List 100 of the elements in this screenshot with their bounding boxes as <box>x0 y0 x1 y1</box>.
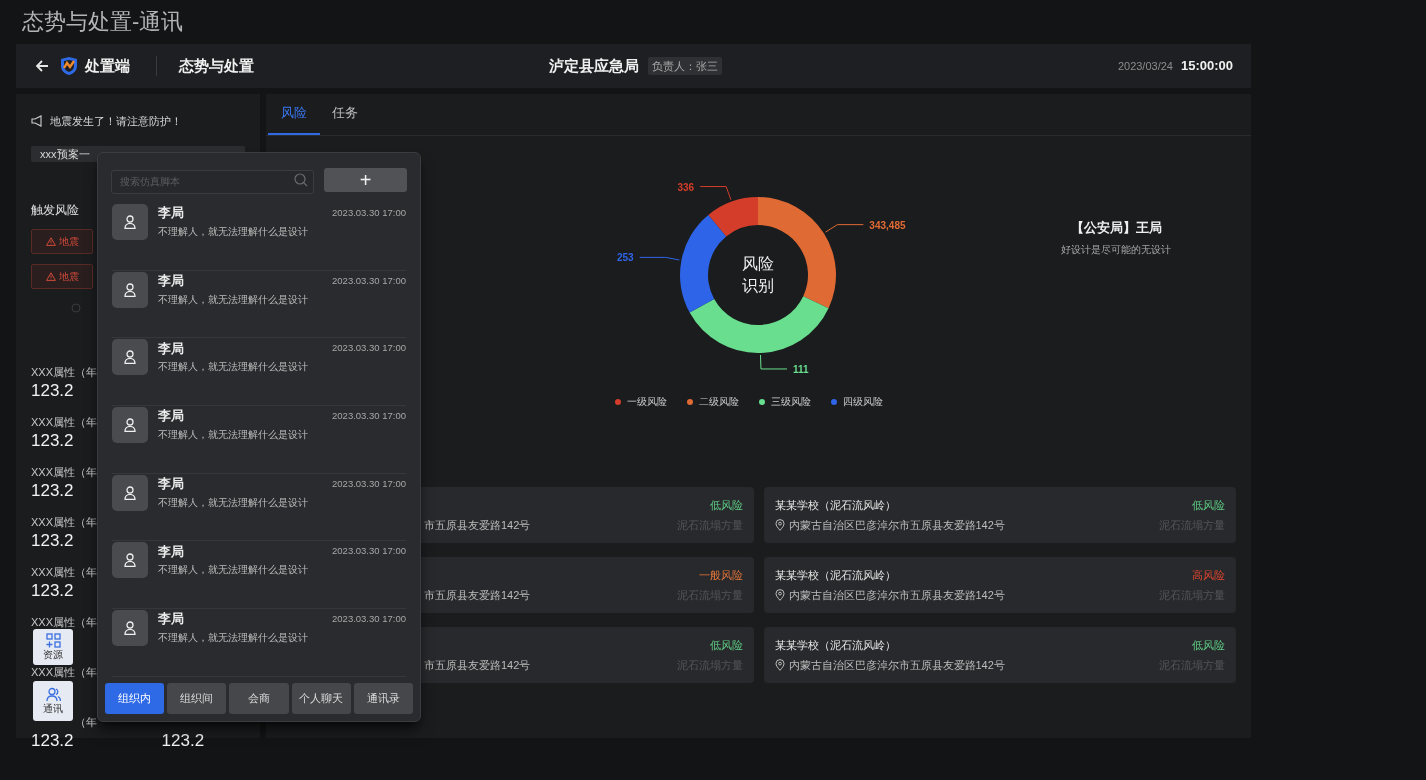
contact-motto: 好设计是尽可能的无设计 <box>1061 242 1171 257</box>
dock-button[interactable]: 资源 <box>33 629 73 665</box>
location-pin-icon <box>774 659 785 671</box>
pager-dot-icon[interactable] <box>71 303 81 313</box>
location-pin-icon <box>774 589 785 601</box>
slice-value: 253 <box>617 252 634 264</box>
slice-value: 111 <box>792 363 809 375</box>
slice-value: 343,485 <box>869 219 906 231</box>
time-text: 15:00:00 <box>1180 57 1233 76</box>
site-address: 内蒙古自治区巴彦淖尔市五原县友爱路142号 <box>788 657 1005 673</box>
search-icon <box>294 173 308 187</box>
add-button[interactable]: + <box>324 168 407 192</box>
attribute-label: XXX属性（年 <box>31 366 97 379</box>
attribute-label: XXX属性（年 <box>31 666 97 679</box>
grid-plus-icon <box>45 633 61 648</box>
message-time: 2023.03.30 17:00 <box>332 612 406 626</box>
legend-label: 二级风险 <box>699 395 739 409</box>
risk-level: 低风险 <box>709 497 743 513</box>
attribute-label: XXX属性（年 <box>31 566 97 579</box>
attribute-value: 123.2 <box>161 730 205 752</box>
message-time: 2023.03.30 17:00 <box>332 408 406 423</box>
legend-label: 四级风险 <box>843 395 883 409</box>
attribute-value: 123.2 <box>31 480 74 502</box>
message-item[interactable]: 李局 2023.03.30 17:00 不理解人，就无法理解什么是设计 <box>112 473 406 542</box>
dock-button[interactable]: 通讯 <box>33 681 73 721</box>
attribute-value: 123.2 <box>31 530 74 552</box>
chat-tab[interactable]: 个人聊天 <box>291 683 351 714</box>
sender-name: 李局 <box>158 610 184 629</box>
chat-tab[interactable]: 组织间 <box>167 683 227 714</box>
message-text: 不理解人，就无法理解什么是设计 <box>158 428 309 443</box>
risk-tag[interactable]: 地震 <box>31 229 93 254</box>
sender-name: 李局 <box>158 204 184 223</box>
attribute-label: XXX属性（年 <box>31 516 97 529</box>
attribute-value: 123.2 <box>31 580 74 602</box>
avatar <box>112 474 148 511</box>
location-pin-icon <box>774 519 785 531</box>
message-item[interactable]: 李局 2023.03.30 17:00 不理解人，就无法理解什么是设计 <box>112 270 406 339</box>
chat-tab[interactable]: 通讯录 <box>353 683 413 714</box>
sender-name: 李局 <box>158 475 184 493</box>
message-item[interactable]: 李局 2023.03.30 17:00 不理解人，就无法理解什么是设计 <box>112 541 406 610</box>
leader-line <box>699 186 732 201</box>
tab[interactable]: 风险 <box>268 93 320 135</box>
message-text: 不理解人，就无法理解什么是设计 <box>158 292 309 307</box>
message-time: 2023.03.30 17:00 <box>332 273 406 288</box>
sender-name: 李局 <box>158 339 184 358</box>
donut-center-label: 风险识别 <box>741 254 775 296</box>
site-address: 市五原县友爱路142号 <box>424 657 531 673</box>
contact-name: 【公安局】王局 <box>1070 219 1162 237</box>
legend-label: 三级风险 <box>771 395 811 409</box>
page-title: 态势与处置-通讯 <box>22 8 184 36</box>
slice-value: 336 <box>677 181 695 193</box>
risk-level: 一般风险 <box>698 567 743 583</box>
date-text: 2023/03/24 <box>1117 58 1173 74</box>
avatar <box>112 339 148 376</box>
message-item[interactable]: 李局 2023.03.30 17:00 不理解人，就无法理解什么是设计 <box>112 406 406 474</box>
agency-name: 泸定县应急局 <box>549 55 639 76</box>
tab[interactable]: 任务 <box>320 93 370 135</box>
attribute-label: XXX属性（年 <box>31 466 97 479</box>
message-text: 不理解人，就无法理解什么是设计 <box>158 225 309 239</box>
attribute-value: 123.2 <box>31 730 74 752</box>
site-address: 市五原县友爱路142号 <box>424 517 531 533</box>
attribute-label: XXX属性（年 <box>31 416 97 429</box>
chat-tab[interactable]: 会商 <box>229 683 289 714</box>
owner-badge: 负责人：张三 <box>648 56 722 76</box>
leader-line <box>825 224 864 233</box>
chat-tab[interactable]: 组织内 <box>105 683 165 714</box>
risk-level: 高风险 <box>1192 567 1225 583</box>
risk-tag[interactable]: 地震 <box>31 264 93 289</box>
attribute-value: 123.2 <box>31 380 74 402</box>
site-address: 内蒙古自治区巴彦淖尔市五原县友爱路142号 <box>788 587 1005 603</box>
section-title: 态势与处置 <box>179 55 254 76</box>
avatar <box>112 204 148 240</box>
site-name: 某某学校（泥石流风岭） <box>774 497 896 513</box>
risk-level: 低风险 <box>1192 637 1225 653</box>
attribute-value: 123.2 <box>31 430 74 452</box>
shield-logo-icon <box>59 56 79 76</box>
back-arrow-icon[interactable] <box>34 58 50 74</box>
site-name: 某某学校（泥石流风岭） <box>774 567 896 583</box>
risk-level: 低风险 <box>709 637 743 653</box>
site-address: 市五原县友爱路142号 <box>424 587 531 603</box>
attribute-label: XXX属性（年 <box>31 616 97 629</box>
section-label: 触发风险 <box>31 202 79 219</box>
leader-line <box>760 354 788 370</box>
megaphone-icon <box>31 115 44 128</box>
message-item[interactable]: 李局 2023.03.30 17:00 不理解人，就无法理解什么是设计 <box>112 338 406 407</box>
avatar <box>112 542 148 579</box>
dropdown-value: xxx预案一 <box>40 146 90 162</box>
warning-icon <box>46 237 56 246</box>
avatar <box>112 610 148 647</box>
risk-level: 低风险 <box>1192 497 1225 513</box>
sender-name: 李局 <box>158 271 184 290</box>
warning-icon <box>46 272 56 281</box>
message-item[interactable]: 李局 2023.03.30 17:00 不理解人，就无法理解什么是设计 <box>112 203 406 271</box>
avatar <box>112 407 148 444</box>
people-icon <box>45 687 61 702</box>
notice-text: 地震发生了！请注意防护！ <box>50 114 182 129</box>
app-name: 处置端 <box>85 55 130 76</box>
sender-name: 李局 <box>158 542 184 561</box>
message-time: 2023.03.30 17:00 <box>332 544 406 559</box>
message-item[interactable]: 李局 2023.03.30 17:00 不理解人，就无法理解什么是设计 <box>112 609 406 677</box>
